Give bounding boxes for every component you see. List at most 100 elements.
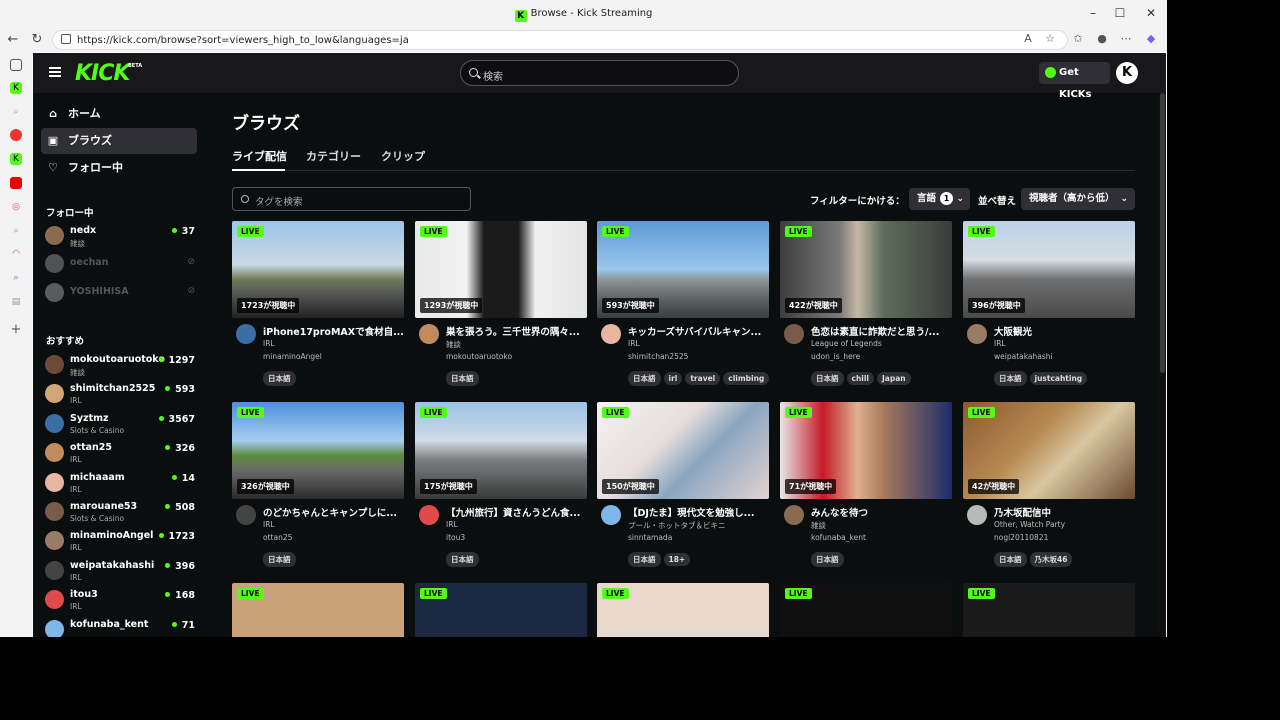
user-avatar[interactable]: K bbox=[1116, 62, 1138, 84]
stream-title[interactable]: のどかちゃんとキャンプしに... bbox=[263, 505, 404, 519]
favorites-icon[interactable]: ✩ bbox=[1070, 32, 1086, 45]
tag-chip[interactable]: 18+ bbox=[663, 553, 691, 566]
tag-chip[interactable]: climbing bbox=[723, 372, 770, 385]
following-item[interactable]: oechan ⊘ bbox=[45, 252, 195, 280]
profile-icon[interactable]: ● bbox=[1094, 32, 1110, 45]
stream-thumbnail[interactable]: LIVE 150が視聴中 bbox=[597, 402, 769, 499]
recommended-item[interactable]: weipatakahashi IRL 396 bbox=[45, 559, 195, 587]
stream-card[interactable]: LIVE 150が視聴中 【DJたま】現代文を勉強し... プール・ホットタブ＆ビキニ… bbox=[597, 402, 769, 572]
more-menu-icon[interactable]: ⋯ bbox=[1118, 32, 1134, 45]
stream-thumbnail[interactable]: LIVE 396が視聴中 bbox=[963, 221, 1135, 318]
recommended-item[interactable]: michaaam IRL 14 bbox=[45, 471, 195, 499]
stream-card[interactable]: LIVE 71が視聴中 みんなを待つ 雑談 kofunaba_kent 日本語 bbox=[780, 402, 952, 572]
stream-thumbnail[interactable]: LIVE bbox=[597, 583, 769, 637]
stream-category[interactable]: Other, Watch Party bbox=[994, 520, 1065, 529]
tag-chip[interactable]: justcahting bbox=[1029, 372, 1088, 385]
stream-thumbnail[interactable]: LIVE 42が視聴中 bbox=[963, 402, 1135, 499]
recommended-item[interactable]: shimitchan2525 IRL 593 bbox=[45, 382, 195, 410]
stream-category[interactable]: プール・ホットタブ＆ビキニ bbox=[628, 520, 726, 531]
gauge-tab-icon[interactable]: ◠ bbox=[10, 248, 22, 260]
tag-chip[interactable]: 日本語 bbox=[994, 371, 1027, 386]
stream-title[interactable]: キッカーズサバイバルキャン... bbox=[628, 324, 769, 338]
stream-thumbnail[interactable]: LIVE 593が視聴中 bbox=[597, 221, 769, 318]
stream-category[interactable]: IRL bbox=[446, 520, 458, 529]
stream-thumbnail[interactable]: LIVE 1293が視聴中 bbox=[415, 221, 587, 318]
stream-card[interactable]: LIVE bbox=[963, 583, 1135, 637]
stream-thumbnail[interactable]: LIVE bbox=[780, 583, 952, 637]
tag-chip[interactable]: chill bbox=[846, 372, 874, 385]
stream-title[interactable]: 【九州旅行】資さんうどん食... bbox=[446, 505, 587, 519]
site-info-icon[interactable] bbox=[61, 34, 71, 44]
streamer-avatar[interactable] bbox=[784, 505, 804, 525]
tag-chip[interactable]: 日本語 bbox=[628, 371, 661, 386]
recommended-item[interactable]: kofunaba_kent 71 bbox=[45, 618, 195, 637]
page-tab-icon[interactable]: ▤ bbox=[10, 296, 22, 308]
recommended-item[interactable]: ottan25 IRL 326 bbox=[45, 441, 195, 469]
streamer-name[interactable]: nogi20110821 bbox=[994, 533, 1048, 542]
streamer-avatar[interactable] bbox=[419, 505, 439, 525]
red-tab-icon[interactable] bbox=[10, 129, 22, 141]
streamer-name[interactable]: udon_is_here bbox=[811, 352, 860, 361]
stream-card[interactable]: LIVE 42が視聴中 乃木坂配信中 Other, Watch Party nogi20… bbox=[963, 402, 1135, 572]
streamer-avatar[interactable] bbox=[967, 324, 987, 344]
page-scrollbar[interactable] bbox=[1159, 93, 1166, 637]
tag-chip[interactable]: irl bbox=[663, 372, 683, 385]
streamer-name[interactable]: itou3 bbox=[446, 533, 465, 542]
stream-category[interactable]: 雑談 bbox=[446, 339, 461, 350]
stream-card[interactable]: LIVE bbox=[780, 583, 952, 637]
sidebar-item-following[interactable]: ♡ フォロー中 bbox=[41, 155, 197, 181]
recommended-item[interactable]: mokoutoaruotoko 雑談 1297 bbox=[45, 353, 195, 381]
stream-card[interactable]: LIVE 175が視聴中 【九州旅行】資さんうどん食... IRL itou3 日本語 bbox=[415, 402, 587, 572]
language-filter-button[interactable]: 言語 1 ⌄ bbox=[909, 188, 970, 210]
stream-thumbnail[interactable]: LIVE 422が視聴中 bbox=[780, 221, 952, 318]
stream-thumbnail[interactable]: LIVE 71が視聴中 bbox=[780, 402, 952, 499]
tag-chip[interactable]: 日本語 bbox=[811, 552, 844, 567]
refresh-icon[interactable]: ↻ bbox=[29, 32, 45, 48]
get-kicks-button[interactable]: Get KICKs bbox=[1039, 62, 1110, 100]
streamer-name[interactable]: weipatakahashi bbox=[994, 352, 1053, 361]
stream-card[interactable]: LIVE bbox=[415, 583, 587, 637]
back-icon[interactable]: ← bbox=[5, 32, 21, 48]
streamer-avatar[interactable] bbox=[236, 324, 256, 344]
scrollbar-thumb[interactable] bbox=[1160, 93, 1165, 373]
stream-card[interactable]: LIVE bbox=[232, 583, 404, 637]
tag-chip[interactable]: 日本語 bbox=[994, 552, 1027, 567]
stream-title[interactable]: 巣を張ろう。三千世界の隅々... bbox=[446, 324, 587, 338]
read-aloud-icon[interactable]: A bbox=[1020, 32, 1036, 45]
kick-tab-icon-2[interactable]: K bbox=[10, 153, 22, 165]
stream-card[interactable]: LIVE 396が視聴中 大阪観光 IRL weipatakahashi 日本語 justc… bbox=[963, 221, 1135, 391]
stream-title[interactable]: 色恋は素直に詐欺だと思う/... bbox=[811, 324, 952, 338]
streamer-name[interactable]: mokoutoaruotoko bbox=[446, 352, 512, 361]
streamer-name[interactable]: sinntamada bbox=[628, 533, 672, 542]
search-input[interactable]: 検索 bbox=[460, 60, 739, 86]
tab-clips[interactable]: クリップ bbox=[381, 148, 425, 164]
tag-chip[interactable]: travel bbox=[685, 372, 721, 385]
minimize-icon[interactable]: – bbox=[1086, 6, 1100, 20]
tag-chip[interactable]: Japan bbox=[877, 372, 911, 385]
streamer-avatar[interactable] bbox=[236, 505, 256, 525]
stream-category[interactable]: IRL bbox=[628, 339, 640, 348]
kick-logo[interactable]: KICK bbox=[75, 61, 130, 86]
sidebar-item-home[interactable]: ⌂ ホーム bbox=[41, 101, 197, 127]
url-field[interactable]: https://kick.com/browse?sort=viewers_hig… bbox=[52, 30, 1068, 50]
streamer-name[interactable]: minaminoAngel bbox=[263, 352, 322, 361]
tab-live[interactable]: ライブ配信 bbox=[232, 148, 287, 164]
hamburger-menu-icon[interactable] bbox=[49, 67, 61, 77]
streamer-avatar[interactable] bbox=[784, 324, 804, 344]
tag-chip[interactable]: 日本語 bbox=[263, 371, 296, 386]
maximize-icon[interactable]: ☐ bbox=[1113, 6, 1127, 20]
stream-title[interactable]: みんなを待つ bbox=[811, 505, 952, 519]
recommended-item[interactable]: Syztmz Slots & Casino 3567 bbox=[45, 412, 195, 440]
stream-category[interactable]: IRL bbox=[994, 339, 1006, 348]
search-tab-icon[interactable]: ⌕ bbox=[10, 106, 22, 118]
stream-title[interactable]: iPhone17proMAXで食材自... bbox=[263, 324, 404, 338]
streamer-name[interactable]: shimitchan2525 bbox=[628, 352, 688, 361]
streamer-avatar[interactable] bbox=[601, 505, 621, 525]
stream-card[interactable]: LIVE 593が視聴中キッカーズサバイバルキャン... IRL shimitchan… bbox=[597, 221, 770, 391]
stream-category[interactable]: IRL bbox=[263, 339, 275, 348]
search-tab-icon-2[interactable]: ⌕ bbox=[10, 225, 22, 237]
stream-card[interactable]: LIVE 326が視聴中 のどかちゃんとキャンプしに... IRL ottan25 日本語 bbox=[232, 402, 404, 572]
search-tab-icon-3[interactable]: ⌕ bbox=[10, 272, 22, 284]
kick-tab-icon[interactable]: K bbox=[10, 82, 22, 94]
new-tab-plus-icon[interactable]: + bbox=[10, 323, 22, 336]
